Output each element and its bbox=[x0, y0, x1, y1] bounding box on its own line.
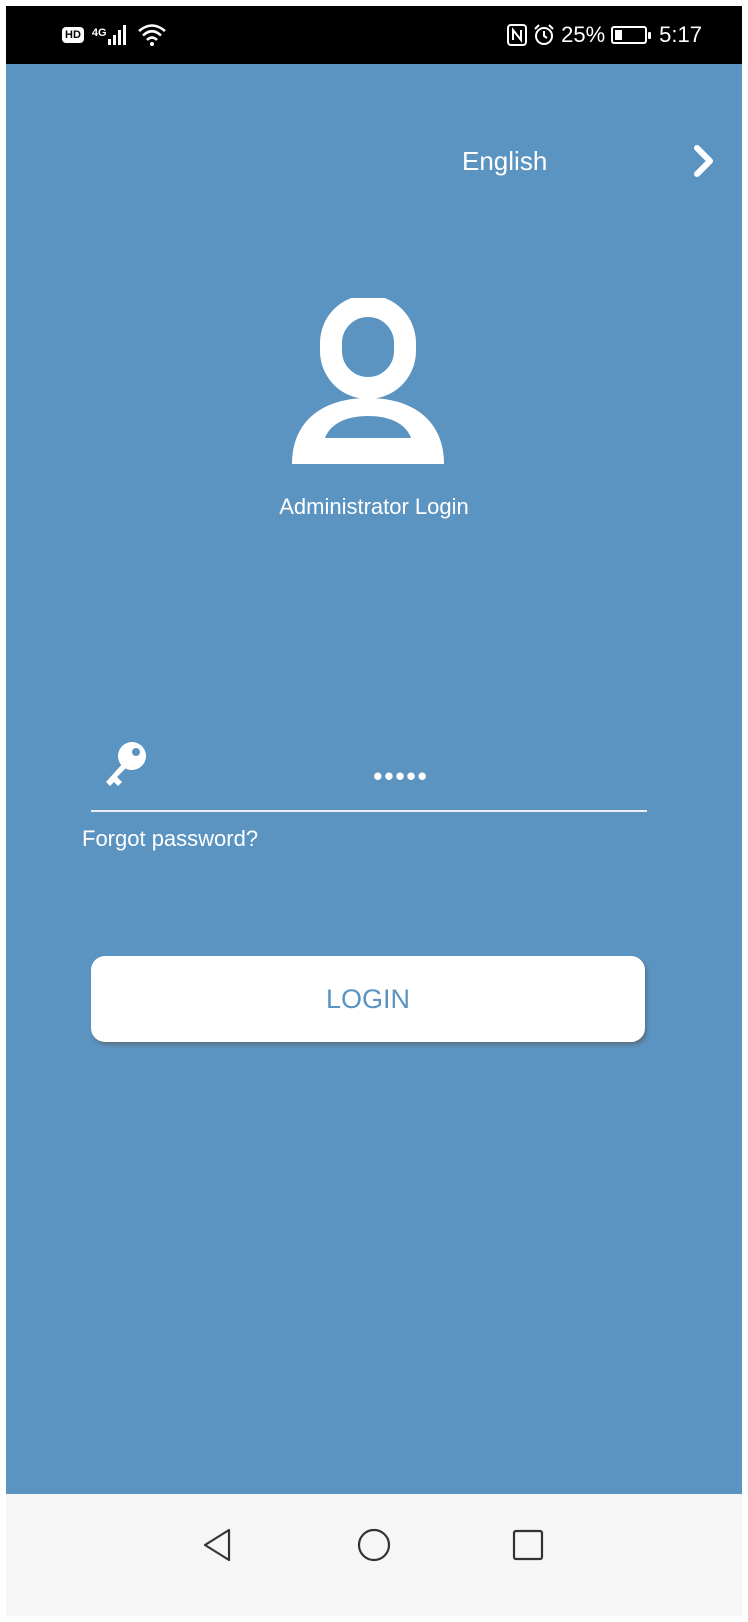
navigation-bar bbox=[6, 1494, 742, 1616]
alarm-icon bbox=[534, 24, 554, 45]
nfc-icon bbox=[507, 24, 528, 46]
password-input[interactable] bbox=[156, 754, 646, 798]
battery-level bbox=[615, 30, 623, 40]
login-button[interactable]: LOGIN bbox=[91, 956, 645, 1042]
battery-icon bbox=[611, 26, 652, 44]
signal-group: 4G bbox=[92, 25, 129, 45]
wifi-icon bbox=[137, 24, 166, 46]
battery-percent: 25% bbox=[561, 22, 606, 47]
back-button[interactable] bbox=[192, 1520, 242, 1570]
back-triangle-icon bbox=[203, 1528, 231, 1562]
hd-badge: HD bbox=[62, 27, 84, 43]
signal-icon bbox=[107, 25, 126, 45]
home-button[interactable] bbox=[349, 1520, 399, 1570]
password-underline bbox=[91, 810, 647, 812]
app-screen: HD 4G 25% 5:17 English Administrator Log… bbox=[6, 6, 742, 1616]
page-title: Administrator Login bbox=[279, 494, 469, 519]
language-selector[interactable]: English bbox=[446, 136, 716, 186]
status-time: 5:17 bbox=[659, 22, 702, 47]
user-icon bbox=[292, 298, 444, 464]
key-icon bbox=[106, 742, 146, 786]
chevron-right-icon[interactable] bbox=[692, 144, 716, 178]
status-right: 25% 5:17 bbox=[507, 20, 702, 50]
recents-button[interactable] bbox=[503, 1520, 553, 1570]
status-bar: HD 4G 25% 5:17 bbox=[6, 6, 742, 64]
home-circle-icon bbox=[357, 1528, 391, 1562]
recents-square-icon bbox=[512, 1529, 544, 1561]
network-type-label: 4G bbox=[91, 27, 107, 39]
language-label: English bbox=[462, 145, 548, 176]
forgot-password-link[interactable]: Forgot password? bbox=[82, 826, 258, 852]
status-left: HD 4G bbox=[62, 22, 167, 48]
